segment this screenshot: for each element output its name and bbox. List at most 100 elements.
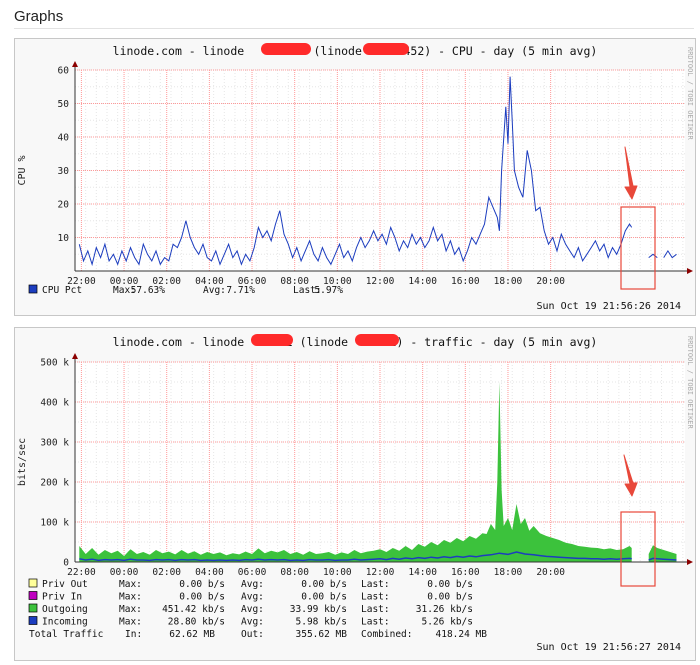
legend-stat: 5.98 kb/s xyxy=(296,617,347,628)
x-tick-label: 16:00 xyxy=(451,567,480,578)
y-axis-arrow xyxy=(72,61,78,67)
x-axis-arrow xyxy=(687,559,693,565)
x-tick-label: 06:00 xyxy=(238,567,267,578)
x-tick-label: 20:00 xyxy=(536,276,565,287)
timestamp: Sun Oct 19 21:56:26 2014 xyxy=(537,301,682,312)
totals-value: 62.62 MB xyxy=(169,629,215,640)
legend-stat: Avg: xyxy=(241,617,264,628)
cpu-graph-canvas: 10203040506022:00 00:00 02:00 04:00 06:00 08:… xyxy=(17,43,694,312)
rrdtool-watermark: RRDTOOL / TOBI OETIKER xyxy=(686,47,694,141)
x-tick-label: 20:00 xyxy=(536,567,565,578)
legend-stat: Max: xyxy=(119,579,142,590)
legend-swatch xyxy=(28,578,38,588)
legend-swatch xyxy=(28,603,38,613)
legend-stat: 0.00 b/s xyxy=(301,592,347,603)
title-part: linode.com - linode xyxy=(113,44,245,58)
totals-label: Total Traffic xyxy=(29,629,103,640)
legend-label: Incoming xyxy=(42,617,88,628)
legend-stat: 0.00 b/s xyxy=(301,579,347,590)
x-tick-label: 22:00 xyxy=(67,567,96,578)
legend-stat: 7.71% xyxy=(226,285,255,296)
x-tick-label: 18:00 xyxy=(494,567,523,578)
x-tick-label: 12:00 xyxy=(366,567,395,578)
legend-stat: 31.26 kb/s xyxy=(416,604,473,615)
section-divider xyxy=(14,28,694,29)
totals-value: 418.24 MB xyxy=(436,629,488,640)
y-axis-arrow xyxy=(72,353,78,359)
x-tick-label: 14:00 xyxy=(408,567,437,578)
y-tick-label: 50 xyxy=(58,99,70,110)
y-tick-label: 20 xyxy=(58,200,70,211)
y-tick-label: 30 xyxy=(58,166,70,177)
section-title: Graphs xyxy=(14,8,64,25)
legend-swatch xyxy=(28,616,38,625)
graph-title: linode.com - linode 452 (linode 452) - C… xyxy=(113,44,598,58)
totals-value: 355.62 MB xyxy=(296,629,348,640)
legend-stat: Max: xyxy=(119,592,142,603)
title-part: linode.com - linode xyxy=(113,335,245,349)
rrdtool-watermark: RRDTOOL / TOBI OETIKER xyxy=(686,336,694,430)
legend-stat: Max: xyxy=(119,604,142,615)
legend-stat: Avg: xyxy=(203,285,226,296)
legend-swatch xyxy=(28,591,38,600)
y-tick-label: 400 k xyxy=(40,398,69,409)
legend-swatch xyxy=(28,284,38,294)
redaction-mark xyxy=(355,334,399,346)
legend-stat: Last: xyxy=(361,579,390,590)
totals-value: Out: xyxy=(241,629,264,640)
legend-stat: Avg: xyxy=(241,579,264,590)
title-part: 2 (linode xyxy=(286,335,348,349)
redaction-mark xyxy=(363,43,409,55)
legend-stat: Avg: xyxy=(241,592,264,603)
x-tick-label: 08:00 xyxy=(280,567,309,578)
graph-title: linode.com - linode 2 (linode 2) - traff… xyxy=(113,335,598,349)
redaction-mark xyxy=(251,334,293,346)
y-tick-label: 100 k xyxy=(40,518,69,529)
legend-stat: 0.00 b/s xyxy=(179,579,225,590)
x-tick-label: 14:00 xyxy=(408,276,437,287)
totals-value: In: xyxy=(125,629,142,640)
legend-stat: 0.00 b/s xyxy=(427,579,473,590)
legend-stat: Avg: xyxy=(241,604,264,615)
legend-stat: 0.00 b/s xyxy=(179,592,225,603)
traffic-graph: 0 100 k 200 k 300 k 400 k 500 k 22:00 00:00 02:0… xyxy=(14,327,696,661)
legend-stat: 57.63% xyxy=(131,285,166,296)
x-tick-label: 02:00 xyxy=(152,567,181,578)
y-tick-label: 500 k xyxy=(40,358,69,369)
legend-stat: 28.80 kb/s xyxy=(168,617,225,628)
legend-label: Outgoing xyxy=(42,604,88,615)
legend-stat: 5.26 kb/s xyxy=(422,617,473,628)
legend-label: Priv Out xyxy=(42,579,88,590)
legend-stat: 5.97% xyxy=(314,285,343,296)
x-tick-label: 18:00 xyxy=(494,276,523,287)
totals-value: Combined: xyxy=(361,629,412,640)
legend-stat: Last: xyxy=(361,604,390,615)
y-tick-label: 300 k xyxy=(40,438,69,449)
y-tick-label: 40 xyxy=(58,133,70,144)
legend-label: Priv In xyxy=(42,592,82,603)
x-tick-label: 16:00 xyxy=(451,276,480,287)
y-axis-label: bits/sec xyxy=(17,438,28,486)
x-axis-arrow xyxy=(687,268,693,274)
traffic-graph-canvas: 0100 k200 k300 k400 k500 k22:00 00:00 02:0… xyxy=(17,334,694,653)
x-tick-label: 04:00 xyxy=(195,567,224,578)
y-tick-label: 200 k xyxy=(40,478,69,489)
legend-stat: 0.00 b/s xyxy=(427,592,473,603)
y-tick-label: 10 xyxy=(58,233,70,244)
legend-stat: 33.99 kb/s xyxy=(290,604,347,615)
cpu-graph: 10 20 30 40 50 60 22:00 00:00 02:00 04:00 06:00 08:… xyxy=(14,38,696,316)
title-part: 452) - CPU - day (5 min avg) xyxy=(403,44,597,58)
legend-stat: Last: xyxy=(361,617,390,628)
title-part: 2) - traffic - day (5 min avg) xyxy=(390,335,598,349)
redaction-mark xyxy=(261,43,311,55)
timestamp: Sun Oct 19 21:56:27 2014 xyxy=(537,642,682,653)
y-tick-label: 60 xyxy=(58,66,70,77)
legend-stat: Max: xyxy=(119,617,142,628)
legend-stat: Last: xyxy=(361,592,390,603)
legend-label: CPU Pct xyxy=(42,285,82,296)
x-tick-label: 12:00 xyxy=(366,276,395,287)
y-axis-label: CPU % xyxy=(17,155,28,185)
legend-stat: 451.42 kb/s xyxy=(162,604,225,615)
x-tick-label: 10:00 xyxy=(323,567,352,578)
x-tick-label: 00:00 xyxy=(110,567,139,578)
